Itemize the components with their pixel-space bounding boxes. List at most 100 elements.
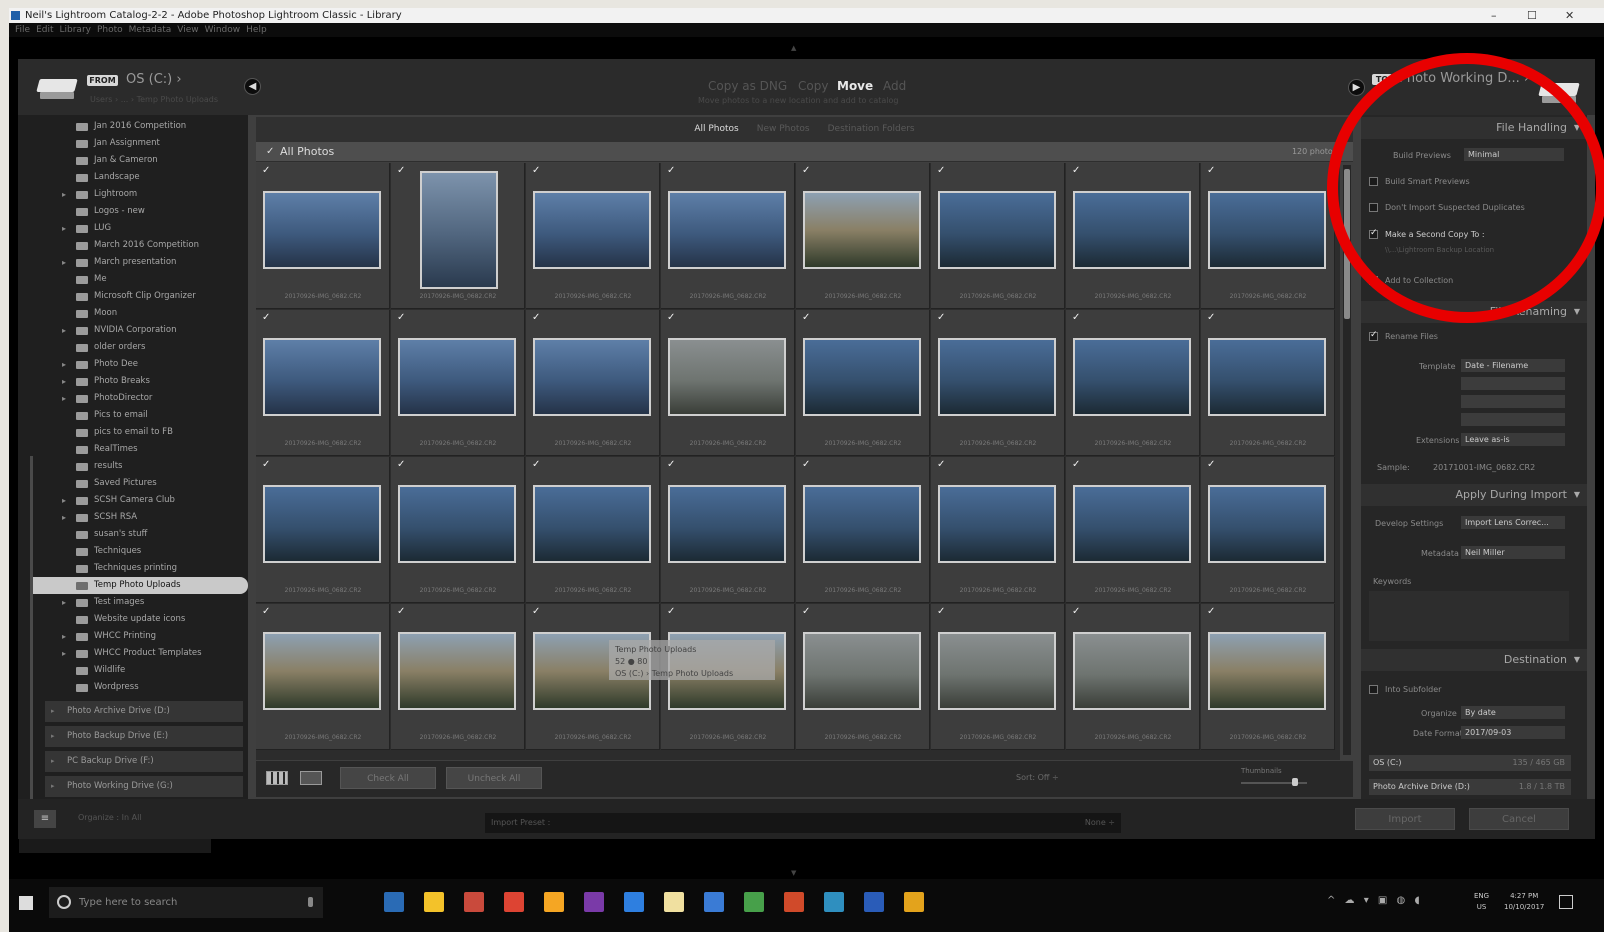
photo-cell[interactable]: ✓ 20170926-IMG_0682.CR2 bbox=[1066, 604, 1200, 750]
into-subfolder-checkbox[interactable] bbox=[1369, 685, 1378, 694]
folder-item[interactable]: ▸ Test images bbox=[18, 594, 248, 611]
photo-cell[interactable]: ✓ 20170926-IMG_0682.CR2 bbox=[256, 163, 390, 309]
photo-thumbnail[interactable] bbox=[1208, 485, 1326, 563]
photo-checkbox[interactable]: ✓ bbox=[1207, 165, 1215, 176]
photo-thumbnail[interactable] bbox=[938, 632, 1056, 710]
photo-cell[interactable]: ✓ 20170926-IMG_0682.CR2 bbox=[661, 457, 795, 603]
folder-item[interactable]: ▸ WHCC Printing bbox=[18, 628, 248, 645]
taskbar-app-icon[interactable] bbox=[464, 892, 484, 912]
folder-item[interactable]: pics to email to FB bbox=[18, 424, 248, 441]
mode-copy[interactable]: Copy bbox=[798, 79, 828, 93]
photo-cell[interactable]: ✓ 20170926-IMG_0682.CR2 bbox=[931, 163, 1065, 309]
expand-triangle-icon[interactable]: ▸ bbox=[62, 492, 66, 509]
menu-library[interactable]: Library bbox=[60, 25, 91, 35]
language-indicator[interactable]: ENG US bbox=[1474, 891, 1489, 913]
folder-item[interactable]: Wordpress bbox=[18, 679, 248, 696]
photo-checkbox[interactable]: ✓ bbox=[532, 312, 540, 323]
collapse-top-panel-icon[interactable]: ▲ bbox=[791, 44, 796, 52]
mode-copy-as-dng[interactable]: Copy as DNG bbox=[708, 79, 787, 93]
taskbar-clock[interactable]: 4:27 PM 10/10/2017 bbox=[1504, 891, 1544, 913]
taskbar-app-icon[interactable] bbox=[784, 892, 804, 912]
source-title[interactable]: OS (C:) › bbox=[126, 72, 182, 87]
photo-thumbnail[interactable] bbox=[533, 485, 651, 563]
photo-thumbnail[interactable] bbox=[263, 191, 381, 269]
drive-item[interactable]: ▸ Photo Working Drive (G:) bbox=[45, 776, 243, 797]
expand-triangle-icon[interactable]: ▸ bbox=[62, 356, 66, 373]
thumbnail-size-knob[interactable] bbox=[1292, 778, 1298, 786]
photo-checkbox[interactable]: ✓ bbox=[667, 606, 675, 617]
drive-item[interactable]: ▸ Photo Backup Drive (E:) bbox=[45, 726, 243, 747]
photo-checkbox[interactable]: ✓ bbox=[397, 312, 405, 323]
folder-item[interactable]: Moon bbox=[18, 305, 248, 322]
folder-item[interactable]: Logos - new bbox=[18, 203, 248, 220]
menu-view[interactable]: View bbox=[177, 25, 198, 35]
folder-item[interactable]: March 2016 Competition bbox=[18, 237, 248, 254]
folder-item[interactable]: ▸ LUG bbox=[18, 220, 248, 237]
photo-checkbox[interactable]: ✓ bbox=[802, 312, 810, 323]
photo-cell[interactable]: ✓ 20170926-IMG_0682.CR2 bbox=[1066, 310, 1200, 456]
taskbar-app-icon[interactable] bbox=[584, 892, 604, 912]
uncheck-all-button[interactable]: Uncheck All bbox=[446, 767, 542, 789]
photo-checkbox[interactable]: ✓ bbox=[1207, 459, 1215, 470]
photo-checkbox[interactable]: ✓ bbox=[397, 459, 405, 470]
folder-item[interactable]: ▸ PhotoDirector bbox=[18, 390, 248, 407]
taskbar-app-icon[interactable] bbox=[424, 892, 444, 912]
folder-item[interactable]: Pics to email bbox=[18, 407, 248, 424]
photo-thumbnail[interactable] bbox=[668, 485, 786, 563]
photo-thumbnail[interactable] bbox=[803, 485, 921, 563]
expand-triangle-icon[interactable]: ▸ bbox=[62, 628, 66, 645]
expand-triangle-icon[interactable]: ▸ bbox=[62, 390, 66, 407]
photo-checkbox[interactable]: ✓ bbox=[1072, 165, 1080, 176]
folder-item[interactable]: Jan Assignment bbox=[18, 135, 248, 152]
photo-thumbnail[interactable] bbox=[398, 485, 516, 563]
photo-cell[interactable]: ✓ 20170926-IMG_0682.CR2 bbox=[256, 310, 390, 456]
taskbar-app-icon[interactable] bbox=[864, 892, 884, 912]
folder-item[interactable]: Website update icons bbox=[18, 611, 248, 628]
folder-item[interactable]: Jan 2016 Competition bbox=[18, 118, 248, 135]
taskbar-app-icon[interactable] bbox=[704, 892, 724, 912]
minimize-button[interactable]: – bbox=[1491, 8, 1497, 23]
collapsed-triangle-icon[interactable]: ▸ bbox=[51, 726, 55, 747]
photo-checkbox[interactable]: ✓ bbox=[667, 312, 675, 323]
collapsed-triangle-icon[interactable]: ▸ bbox=[51, 701, 55, 722]
photo-cell[interactable]: ✓ 20170926-IMG_0682.CR2 bbox=[931, 310, 1065, 456]
photo-thumbnail[interactable] bbox=[398, 632, 516, 710]
cancel-button[interactable]: Cancel bbox=[1469, 808, 1569, 830]
loupe-view-icon[interactable] bbox=[300, 771, 322, 785]
photo-thumbnail[interactable] bbox=[938, 338, 1056, 416]
photo-cell[interactable]: ✓ 20170926-IMG_0682.CR2 bbox=[1066, 457, 1200, 603]
folder-item[interactable]: Landscape bbox=[18, 169, 248, 186]
sort-select[interactable]: Sort: Off ÷ bbox=[1016, 773, 1059, 782]
photo-checkbox[interactable]: ✓ bbox=[937, 165, 945, 176]
drive-item[interactable]: ▸ PC Backup Drive (F:) bbox=[45, 751, 243, 772]
folder-item[interactable]: Me bbox=[18, 271, 248, 288]
photo-thumbnail[interactable] bbox=[1073, 632, 1191, 710]
photo-cell[interactable]: ✓ 20170926-IMG_0682.CR2 bbox=[526, 310, 660, 456]
photo-thumbnail[interactable] bbox=[938, 191, 1056, 269]
action-center-icon[interactable] bbox=[1559, 895, 1573, 909]
photo-checkbox[interactable]: ✓ bbox=[937, 606, 945, 617]
system-tray-icons[interactable]: ^ ☁ ▾ ▣ ◍ ◖ bbox=[1327, 895, 1423, 906]
photo-cell[interactable]: ✓ 20170926-IMG_0682.CR2 bbox=[391, 457, 525, 603]
photo-cell[interactable]: ✓ 20170926-IMG_0682.CR2 bbox=[931, 604, 1065, 750]
photo-thumbnail[interactable] bbox=[668, 191, 786, 269]
photo-thumbnail[interactable] bbox=[1073, 338, 1191, 416]
photo-checkbox[interactable]: ✓ bbox=[262, 312, 270, 323]
destination-header[interactable]: Destination ▼ bbox=[1361, 649, 1587, 671]
organize-select[interactable]: By date bbox=[1461, 706, 1565, 719]
tab-all-photos[interactable]: All Photos bbox=[694, 124, 738, 134]
taskbar-app-icon[interactable] bbox=[384, 892, 404, 912]
collapsed-triangle-icon[interactable]: ▸ bbox=[51, 776, 55, 797]
expand-triangle-icon[interactable]: ▸ bbox=[62, 186, 66, 203]
photo-thumbnail[interactable] bbox=[398, 338, 516, 416]
photo-thumbnail[interactable] bbox=[803, 632, 921, 710]
expand-triangle-icon[interactable]: ▸ bbox=[62, 373, 66, 390]
photo-checkbox[interactable]: ✓ bbox=[532, 606, 540, 617]
photo-cell[interactable]: ✓ 20170926-IMG_0682.CR2 bbox=[796, 163, 930, 309]
folder-item[interactable]: Temp Photo Uploads bbox=[32, 577, 248, 594]
close-button[interactable]: ✕ bbox=[1565, 8, 1574, 23]
photo-checkbox[interactable]: ✓ bbox=[667, 165, 675, 176]
photo-thumbnail[interactable] bbox=[803, 338, 921, 416]
photo-checkbox[interactable]: ✓ bbox=[397, 606, 405, 617]
photo-checkbox[interactable]: ✓ bbox=[667, 459, 675, 470]
